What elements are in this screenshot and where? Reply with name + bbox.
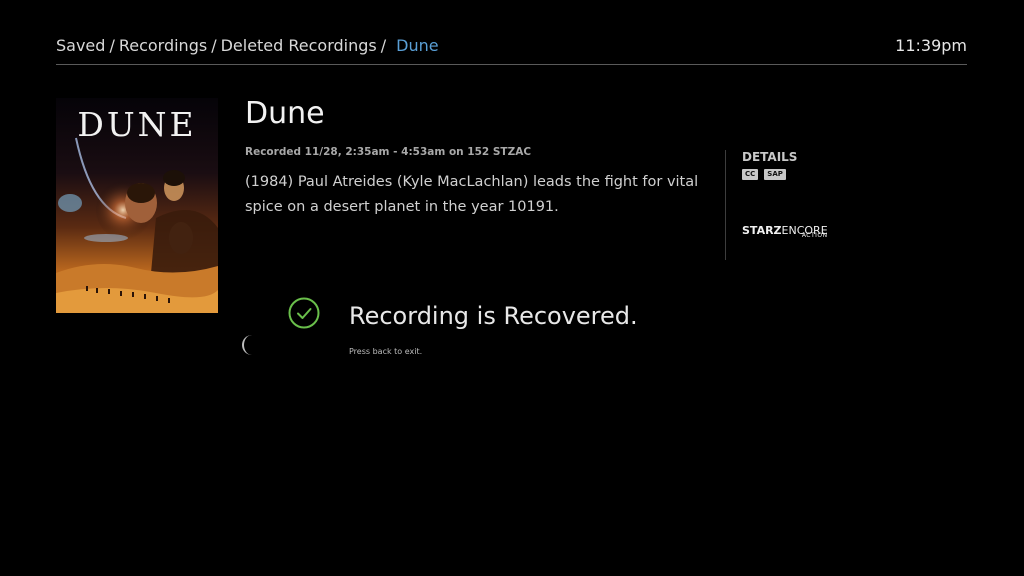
poster-artwork: DUNE (56, 98, 218, 313)
program-title: Dune (245, 96, 325, 131)
breadcrumb-saved[interactable]: Saved (56, 36, 105, 55)
recorded-info: Recorded 11/28, 2:35am - 4:53am on 152 S… (245, 146, 532, 158)
breadcrumb-separator: / (380, 36, 387, 55)
breadcrumb: Saved / Recordings / Deleted Recordings / Dune (56, 36, 439, 55)
sap-badge: SAP (764, 169, 786, 180)
movie-poster: DUNE (56, 98, 218, 313)
action-button-edge[interactable] (242, 335, 254, 355)
exit-hint: Press back to exit. (349, 347, 423, 356)
cc-badge: CC (742, 169, 759, 180)
program-description: (1984) Paul Atreides (Kyle MacLachlan) l… (245, 174, 699, 215)
clock: 11:39pm (895, 36, 967, 55)
breadcrumb-separator: / (109, 36, 115, 55)
feature-badges: CC SAP (742, 169, 786, 180)
details-divider (725, 150, 726, 260)
confirmation-message: Recording is Recovered. (349, 302, 638, 330)
details-heading: DETAILS (742, 150, 798, 164)
breadcrumb-current: Dune (396, 36, 439, 55)
network-logo-bold: STARZ (742, 224, 782, 237)
network-logo: STARZENCORE ACTION (742, 219, 828, 239)
poster-title: DUNE (77, 105, 196, 144)
breadcrumb-deleted-recordings[interactable]: Deleted Recordings (221, 36, 377, 55)
breadcrumb-separator: / (211, 36, 217, 55)
check-circle-icon (288, 297, 320, 329)
header-bar: Saved / Recordings / Deleted Recordings / Dune… (56, 34, 967, 65)
breadcrumb-recordings[interactable]: Recordings (119, 36, 207, 55)
network-logo-sub: ACTION (801, 232, 828, 239)
